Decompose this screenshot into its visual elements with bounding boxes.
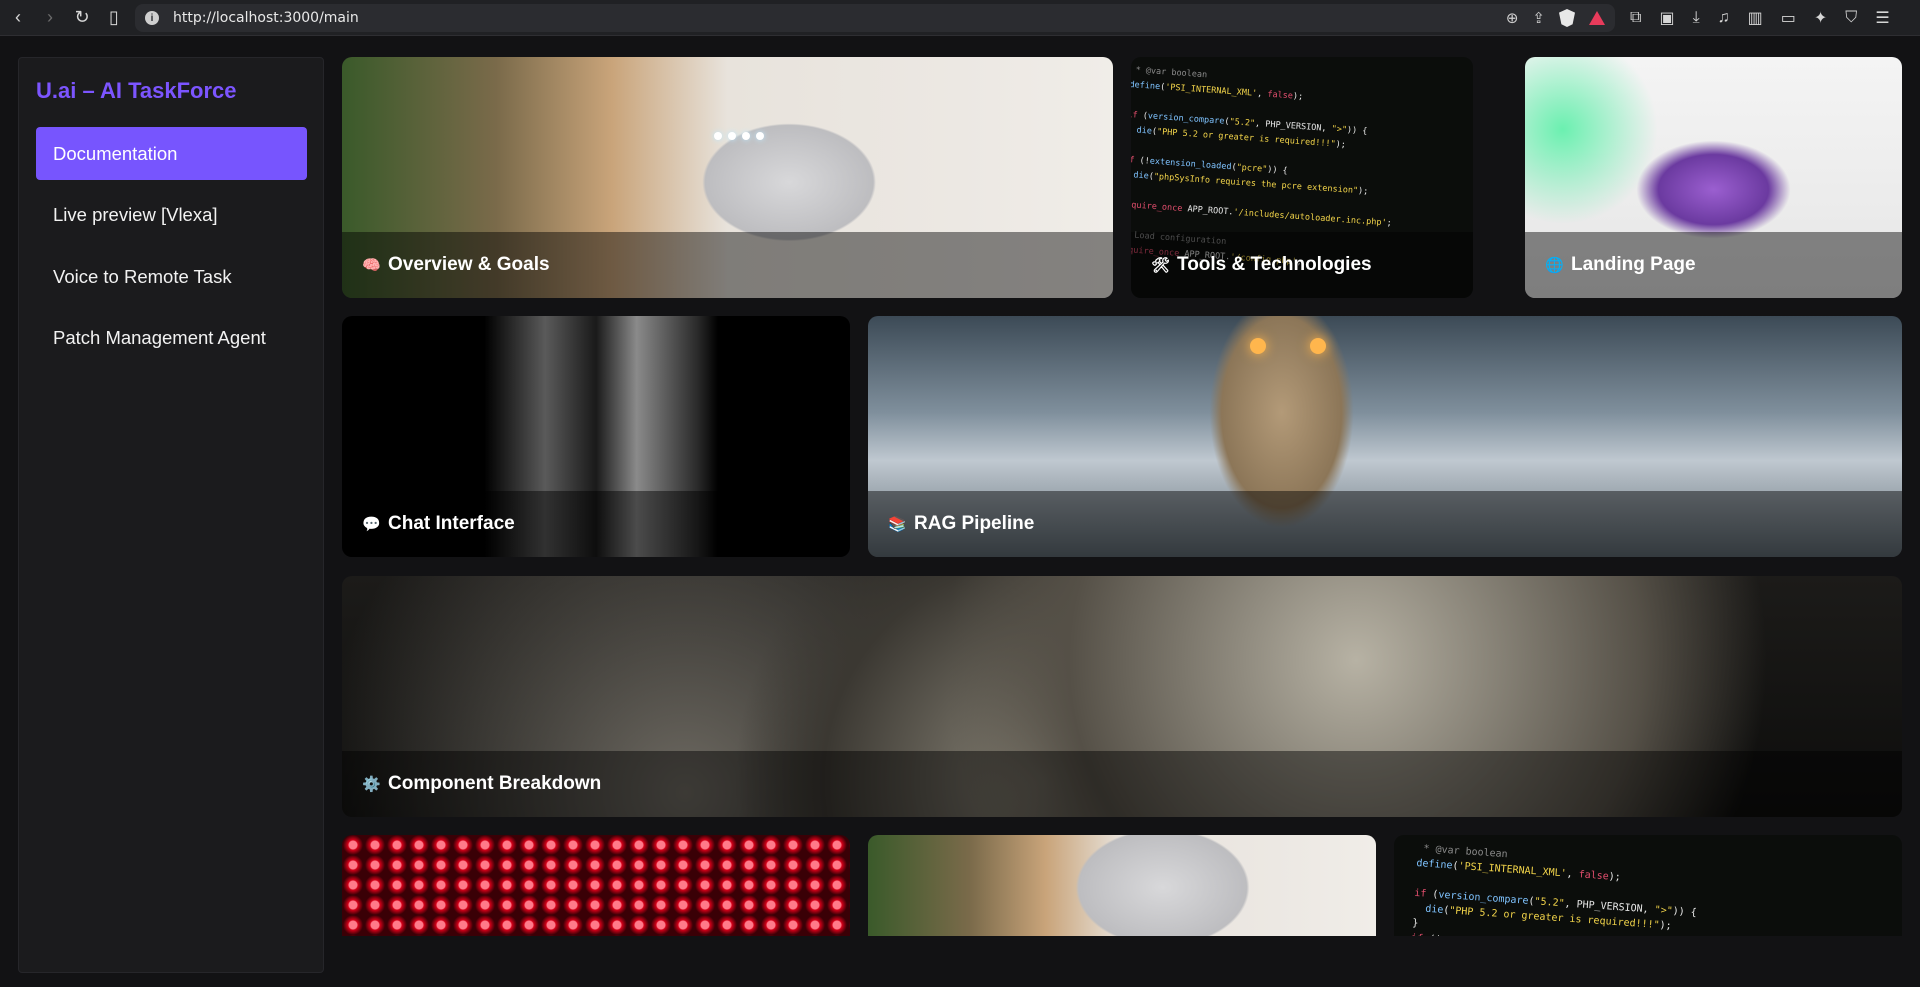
- address-bar-actions: ⊕ ⇪: [1506, 4, 1605, 32]
- address-bar[interactable]: i http://localhost:3000/main ⊕ ⇪: [135, 4, 1615, 32]
- sidebar-nav: Documentation Live preview [Vlexa] Voice…: [36, 127, 307, 373]
- media-icon[interactable]: ♫: [1718, 9, 1730, 27]
- speaker-lights: [714, 132, 764, 140]
- gear-icon: ⚙️: [362, 776, 381, 793]
- card-overview-goals[interactable]: 🧠 Overview & Goals: [342, 57, 1113, 298]
- card-title: Overview & Goals: [388, 254, 550, 275]
- card-chat-interface[interactable]: 💬 Chat Interface: [342, 316, 850, 557]
- brain-icon: 🧠: [362, 257, 381, 274]
- card-title: Landing Page: [1571, 254, 1696, 275]
- books-icon: 📚: [888, 516, 907, 533]
- brave-rewards-icon[interactable]: [1589, 11, 1605, 25]
- brand-title[interactable]: U.ai – AI TaskForce: [36, 78, 237, 104]
- card-label: ⚙️ Component Breakdown: [362, 773, 601, 795]
- card-label: 💬 Chat Interface: [362, 513, 515, 535]
- vpn-icon[interactable]: ⛉: [1845, 9, 1857, 27]
- robot-eye-right: [1310, 338, 1326, 354]
- reload-icon[interactable]: ↻: [68, 4, 96, 32]
- card-rag-pipeline[interactable]: 📚 RAG Pipeline: [868, 316, 1902, 557]
- back-icon[interactable]: ‹: [4, 4, 32, 32]
- sidebar-item-patch-management-agent[interactable]: Patch Management Agent: [36, 312, 307, 365]
- download-icon[interactable]: ⤓: [1693, 9, 1700, 27]
- sidebar-toggle-icon[interactable]: ▥: [1748, 8, 1763, 28]
- menu-icon[interactable]: ☰: [1875, 8, 1889, 28]
- card-speaker-2[interactable]: [868, 835, 1376, 936]
- forward-icon[interactable]: ›: [36, 4, 64, 32]
- card-code-2[interactable]: * @var boolean define('PSI_INTERNAL_XML'…: [1394, 835, 1902, 936]
- card-landing-page[interactable]: 🌐 Landing Page: [1525, 57, 1902, 298]
- speech-bubble-icon: 💬: [362, 516, 381, 533]
- sidebar: U.ai – AI TaskForce Documentation Live p…: [18, 57, 324, 973]
- url-text[interactable]: http://localhost:3000/main: [173, 10, 359, 26]
- extensions-icon[interactable]: ⧉: [1630, 9, 1641, 27]
- bookmark-icon[interactable]: ▯: [100, 4, 128, 32]
- robot-eye-left: [1250, 338, 1266, 354]
- card-label: 📚 RAG Pipeline: [888, 513, 1034, 535]
- code-image: * @var boolean define('PSI_INTERNAL_XML'…: [1411, 842, 1698, 936]
- card-component-breakdown[interactable]: ⚙️ Component Breakdown: [342, 576, 1902, 817]
- wallet-icon[interactable]: ▭: [1781, 8, 1796, 28]
- leo-ai-icon[interactable]: ✦: [1814, 8, 1827, 28]
- browser-extensions: ⧉ ▣ ⤓ ♫ ▥ ▭ ✦ ⛉ ☰: [1630, 0, 1890, 36]
- browser-toolbar: ‹ › ↻ ▯ i http://localhost:3000/main ⊕ ⇪…: [0, 0, 1920, 36]
- brave-shields-icon[interactable]: [1559, 9, 1575, 27]
- card-title: Chat Interface: [388, 513, 515, 534]
- card-title: Component Breakdown: [388, 773, 602, 794]
- tools-icon: 🛠: [1151, 257, 1171, 274]
- card-led[interactable]: [342, 835, 850, 936]
- site-info-icon[interactable]: i: [145, 11, 159, 25]
- share-icon[interactable]: ⇪: [1532, 9, 1545, 27]
- card-label: 🛠 Tools & Technologies: [1151, 254, 1372, 276]
- card-tools-technologies[interactable]: * @var boolean define('PSI_INTERNAL_XML'…: [1131, 57, 1473, 298]
- card-title: RAG Pipeline: [914, 513, 1035, 534]
- sidebar-item-voice-to-remote-task[interactable]: Voice to Remote Task: [36, 250, 307, 303]
- card-label: 🧠 Overview & Goals: [362, 254, 550, 276]
- sidebar-item-live-preview[interactable]: Live preview [Vlexa]: [36, 189, 307, 242]
- card-title: Tools & Technologies: [1177, 254, 1372, 275]
- globe-icon: 🌐: [1545, 257, 1564, 274]
- zoom-icon[interactable]: ⊕: [1506, 9, 1519, 27]
- sidebar-item-documentation[interactable]: Documentation: [36, 127, 307, 180]
- screenshot-icon[interactable]: ▣: [1659, 8, 1674, 28]
- card-label: 🌐 Landing Page: [1545, 254, 1696, 276]
